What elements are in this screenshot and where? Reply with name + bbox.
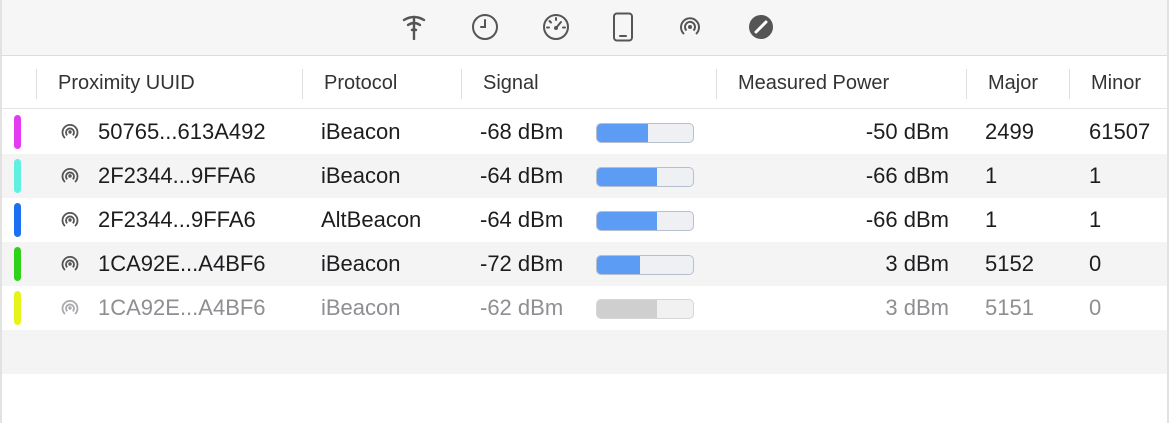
measured-power-cell: -50 dBm <box>865 119 949 144</box>
uuid-cell: 2F2344...9FFA6 <box>98 207 256 232</box>
column-divider <box>461 69 462 99</box>
column-header-proximity-uuid[interactable]: Proximity UUID <box>58 57 195 109</box>
wifi-scan-icon[interactable] <box>397 10 431 44</box>
beacon-icon <box>61 300 79 315</box>
beacon-icon <box>61 168 79 183</box>
phone-icon[interactable] <box>606 10 640 44</box>
beacon-color-tag <box>14 159 21 193</box>
beacon-icon <box>61 212 79 227</box>
measured-power-cell: 3 dBm <box>885 295 949 320</box>
signal-cell: -64 dBm <box>480 207 564 232</box>
empty-row <box>2 330 1167 374</box>
protocol-cell: iBeacon <box>321 119 401 144</box>
beacon-scanner-window: Proximity UUID Protocol Signal Measured … <box>0 0 1169 423</box>
protocol-cell: iBeacon <box>321 163 401 188</box>
beacon-color-tag <box>14 115 21 149</box>
column-header-major[interactable]: Major <box>988 57 1038 109</box>
signal-strength-bar <box>596 167 694 187</box>
column-header-signal[interactable]: Signal <box>483 57 539 109</box>
table-body: 50765...613A492 iBeacon -68 dBm -50 dBm … <box>2 110 1167 418</box>
signal-strength-fill <box>597 300 658 318</box>
protocol-cell: iBeacon <box>321 251 401 276</box>
signal-cell: -62 dBm <box>480 295 564 320</box>
minor-cell: 0 <box>1089 295 1102 320</box>
major-cell: 2499 <box>985 119 1034 144</box>
beacon-icon <box>61 124 79 139</box>
major-cell: 5152 <box>985 251 1034 276</box>
signal-strength-fill <box>597 124 648 142</box>
uuid-cell: 1CA92E...A4BF6 <box>98 251 266 276</box>
table-header: Proximity UUID Protocol Signal Measured … <box>2 57 1167 109</box>
uuid-cell: 50765...613A492 <box>98 119 266 144</box>
protocol-cell: AltBeacon <box>321 207 422 232</box>
signal-strength-bar <box>596 299 694 319</box>
beacon-color-tag <box>14 291 21 325</box>
no-entry-icon[interactable] <box>744 10 778 44</box>
empty-row <box>2 374 1167 418</box>
signal-strength-fill <box>597 256 641 274</box>
signal-strength-bar <box>596 123 694 143</box>
table-row[interactable]: 2F2344...9FFA6 iBeacon -64 dBm -66 dBm 1… <box>2 154 1167 198</box>
table-row[interactable]: 1CA92E...A4BF6 iBeacon -62 dBm 3 dBm 515… <box>2 286 1167 330</box>
beacon-color-tag <box>14 203 21 237</box>
signal-cell: -64 dBm <box>480 163 564 188</box>
signal-strength-fill <box>597 212 657 230</box>
column-header-protocol[interactable]: Protocol <box>324 57 397 109</box>
column-divider <box>36 69 37 99</box>
major-cell: 1 <box>985 163 998 188</box>
table-row[interactable]: 50765...613A492 iBeacon -68 dBm -50 dBm … <box>2 110 1167 154</box>
speedometer-icon[interactable] <box>539 10 573 44</box>
column-header-measured-power[interactable]: Measured Power <box>738 57 889 109</box>
major-cell: 5151 <box>985 295 1034 320</box>
signal-strength-fill <box>597 168 657 186</box>
measured-power-cell: 3 dBm <box>885 251 949 276</box>
beacon-icon <box>61 256 79 271</box>
table-row[interactable]: 1CA92E...A4BF6 iBeacon -72 dBm 3 dBm 515… <box>2 242 1167 286</box>
table-row[interactable]: 2F2344...9FFA6 AltBeacon -64 dBm -66 dBm… <box>2 198 1167 242</box>
signal-cell: -68 dBm <box>480 119 564 144</box>
measured-power-cell: -66 dBm <box>865 163 949 188</box>
measured-power-cell: -66 dBm <box>865 207 949 232</box>
minor-cell: 1 <box>1089 163 1102 188</box>
minor-cell: 61507 <box>1089 119 1151 144</box>
column-header-minor[interactable]: Minor <box>1091 57 1141 109</box>
signal-cell: -72 dBm <box>480 251 564 276</box>
signal-strength-bar <box>596 211 694 231</box>
clock-icon[interactable] <box>468 10 502 44</box>
column-divider <box>966 69 967 99</box>
minor-cell: 0 <box>1089 251 1102 276</box>
column-divider <box>1069 69 1070 99</box>
beacon-icon[interactable] <box>673 10 707 44</box>
uuid-cell: 2F2344...9FFA6 <box>98 163 256 188</box>
uuid-cell: 1CA92E...A4BF6 <box>98 295 266 320</box>
column-divider <box>716 69 717 99</box>
protocol-cell: iBeacon <box>321 295 401 320</box>
major-cell: 1 <box>985 207 998 232</box>
column-divider <box>302 69 303 99</box>
toolbar <box>2 0 1167 56</box>
beacon-color-tag <box>14 247 21 281</box>
signal-strength-bar <box>596 255 694 275</box>
minor-cell: 1 <box>1089 207 1102 232</box>
